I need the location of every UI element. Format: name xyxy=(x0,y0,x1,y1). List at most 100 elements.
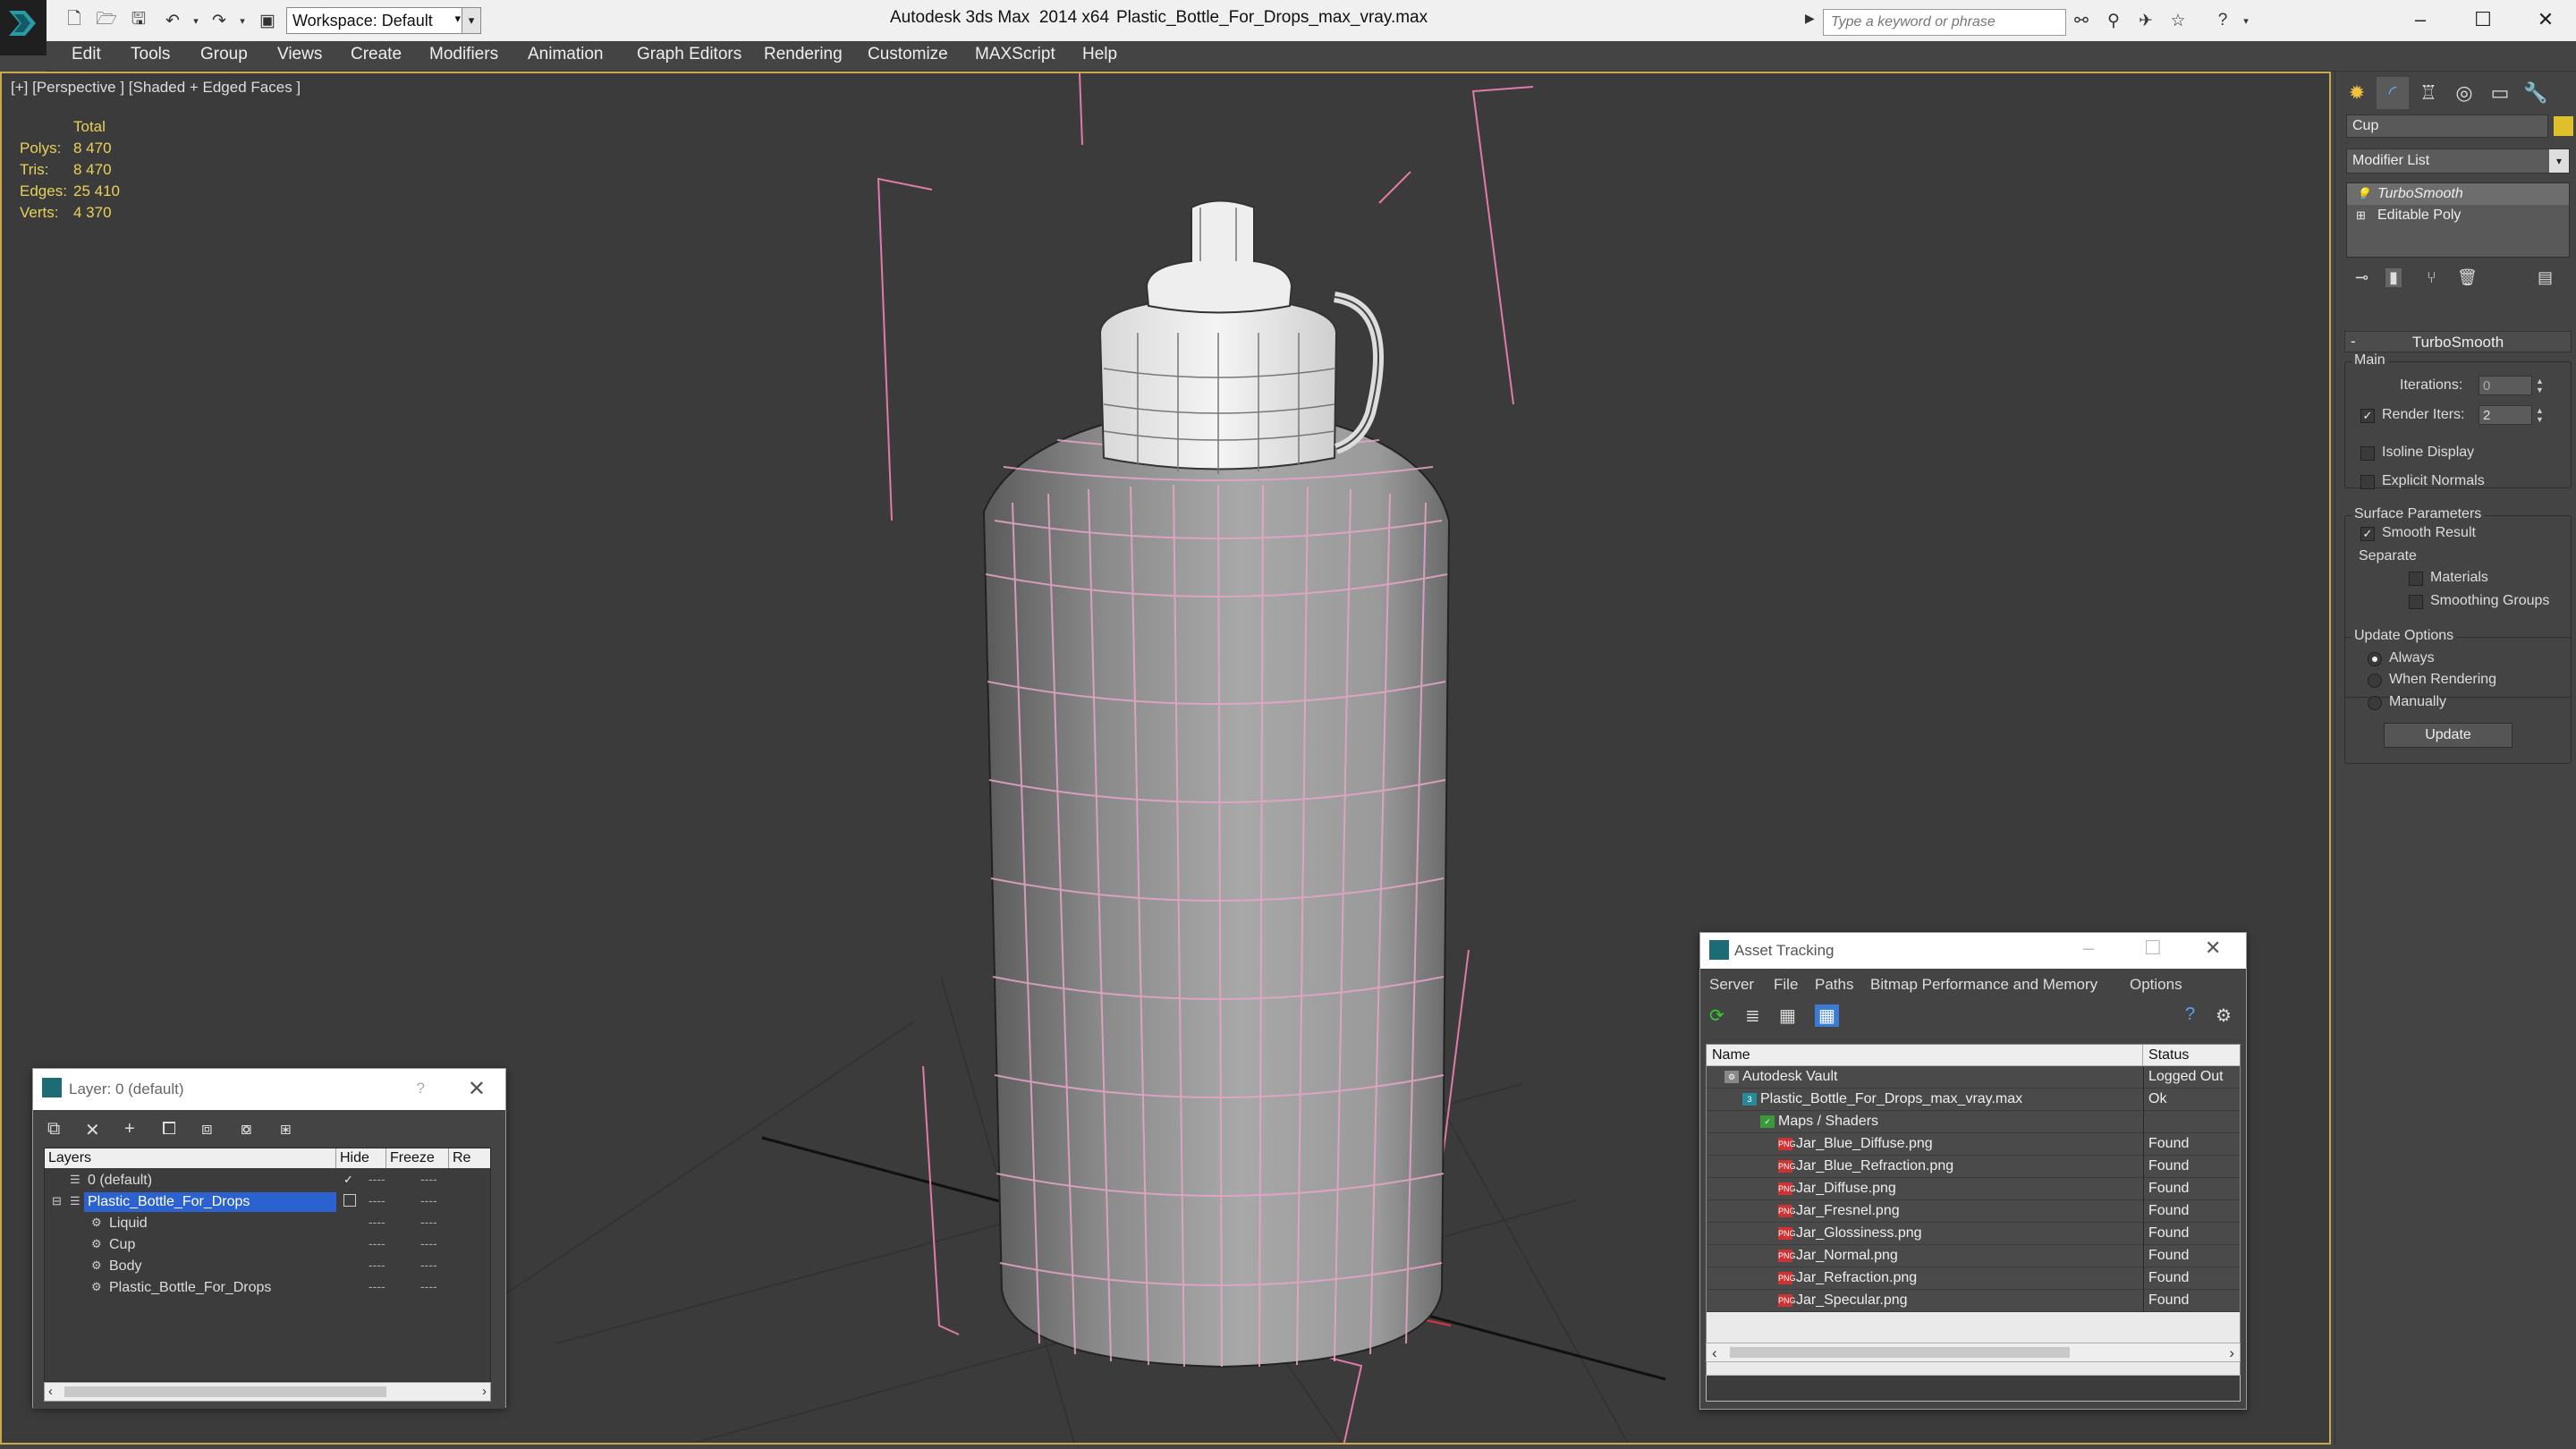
undo-dropdown-icon[interactable]: ▾ xyxy=(184,9,208,32)
utilities-tab-icon[interactable]: 🔧 xyxy=(2520,77,2552,109)
spinner-arrows-icon[interactable]: ▲ ▼ xyxy=(2536,377,2544,394)
freeze-toggle[interactable]: ---- xyxy=(420,1172,437,1186)
asset-row[interactable]: ⚙ Autodesk Vault Logged Out xyxy=(1707,1066,2240,1089)
asset-row[interactable]: PNG Jar_Normal.png Found xyxy=(1707,1245,2240,1267)
project-folder-icon[interactable]: ▣ xyxy=(256,9,279,32)
scroll-right-icon[interactable]: › xyxy=(482,1384,487,1399)
always-radio[interactable] xyxy=(2368,652,2382,666)
hide-toggle[interactable]: ---- xyxy=(369,1279,386,1293)
asset-row[interactable]: PNG Jar_Diffuse.png Found xyxy=(1707,1178,2240,1200)
materials-checkbox[interactable] xyxy=(2409,572,2423,586)
settings-help-icon[interactable]: ⚙ xyxy=(2216,1004,2232,1027)
binoculars-icon[interactable]: ⚯ xyxy=(2070,9,2093,32)
active-layer-check-icon[interactable]: ✓ xyxy=(343,1173,353,1187)
new-layer-icon[interactable]: ⧉ xyxy=(47,1119,60,1140)
app-logo-icon[interactable] xyxy=(0,0,47,55)
asset-row[interactable]: ✓ Maps / Shaders xyxy=(1707,1111,2240,1133)
create-tab-icon[interactable]: ✹ xyxy=(2341,77,2373,109)
isoline-display-checkbox[interactable] xyxy=(2360,446,2375,461)
workspace-menu-button[interactable]: ▾ xyxy=(462,7,481,34)
explicit-normals-checkbox[interactable] xyxy=(2360,475,2375,489)
asset-horizontal-scrollbar[interactable]: ‹ › xyxy=(1706,1343,2241,1362)
menu-tools[interactable]: Tools xyxy=(131,45,170,64)
column-render[interactable]: Re xyxy=(449,1148,490,1168)
add-to-layer-icon[interactable]: + xyxy=(124,1119,135,1140)
show-end-result-icon[interactable]: ▮ xyxy=(2385,268,2402,287)
asset-dialog-header[interactable]: Asset Tracking – ☐ ✕ xyxy=(1700,933,2246,969)
menu-edit[interactable]: Edit xyxy=(72,45,101,64)
workspace-selector[interactable]: Workspace: Default ▾ xyxy=(286,7,465,34)
make-unique-icon[interactable]: ⑂ xyxy=(2427,268,2436,287)
help-icon[interactable]: ? xyxy=(2185,1004,2195,1025)
hide-toggle[interactable]: ---- xyxy=(369,1236,386,1250)
modify-tab-icon[interactable]: ◜ xyxy=(2377,77,2409,109)
layer-row-plastic-bottle-object[interactable]: ⚙ Plastic_Bottle_For_Drops ---- ---- xyxy=(45,1277,490,1299)
configure-sets-icon[interactable]: ▤ xyxy=(2538,268,2553,287)
hierarchy-tab-icon[interactable]: ♖ xyxy=(2412,77,2445,109)
layer-row-cup[interactable]: ⚙ Cup ---- ---- xyxy=(45,1234,490,1256)
column-freeze[interactable]: Freeze xyxy=(386,1148,449,1168)
undo-icon[interactable]: ↶ xyxy=(161,9,184,32)
scroll-left-icon[interactable]: ‹ xyxy=(1712,1344,1717,1362)
scroll-left-icon[interactable]: ‹ xyxy=(48,1384,53,1399)
spinner-arrows-icon[interactable]: ▲ ▼ xyxy=(2536,406,2544,424)
layer-horizontal-scrollbar[interactable]: ‹ › xyxy=(44,1382,491,1402)
freeze-toggle[interactable]: ---- xyxy=(420,1236,437,1250)
object-name-input[interactable]: Cup xyxy=(2346,114,2548,138)
freeze-all-layers-icon[interactable]: ⧆ xyxy=(280,1119,292,1140)
render-iters-checkbox[interactable]: ✓ xyxy=(2360,409,2375,423)
column-status[interactable]: Status xyxy=(2143,1045,2240,1066)
scroll-right-icon[interactable]: › xyxy=(2229,1344,2234,1362)
asset-row[interactable]: PNG Jar_Glossiness.png Found xyxy=(1707,1223,2240,1245)
asset-menu-bitmap-performance[interactable]: Bitmap Performance and Memory xyxy=(1870,976,2097,994)
help-icon[interactable]: ? xyxy=(417,1080,425,1097)
table-view-icon[interactable]: ▦ xyxy=(1815,1004,1839,1027)
viewport-label[interactable]: [+] [Perspective ] [Shaded + Edged Faces… xyxy=(11,79,301,97)
close-icon[interactable]: ✕ xyxy=(2519,4,2572,36)
expand-plus-icon[interactable]: ⊞ xyxy=(2356,208,2366,223)
set-active-layer-box[interactable] xyxy=(343,1194,356,1207)
manually-radio[interactable] xyxy=(2368,696,2382,710)
close-icon[interactable]: ✕ xyxy=(2205,936,2221,960)
object-color-swatch[interactable] xyxy=(2554,116,2573,136)
column-name[interactable]: Name xyxy=(1707,1045,2143,1066)
smooth-result-checkbox[interactable]: ✓ xyxy=(2360,527,2375,541)
freeze-toggle[interactable]: ---- xyxy=(420,1193,437,1208)
redo-icon[interactable]: ↷ xyxy=(208,9,231,32)
minimize-icon[interactable]: – xyxy=(2083,936,2094,960)
menu-customize[interactable]: Customize xyxy=(868,45,948,64)
menu-graph-editors[interactable]: Graph Editors xyxy=(637,45,741,64)
highlight-selected-icon[interactable]: ⧈ xyxy=(201,1119,213,1140)
asset-menu-server[interactable]: Server xyxy=(1709,976,1754,994)
update-button[interactable]: Update xyxy=(2384,723,2512,748)
hide-toggle[interactable]: ---- xyxy=(369,1193,386,1208)
lightbulb-icon[interactable]: 💡 xyxy=(2356,187,2370,201)
refresh-icon[interactable]: ⟳ xyxy=(1709,1004,1724,1027)
list-view-icon[interactable]: ≣ xyxy=(1745,1004,1760,1027)
rollout-turbosmooth[interactable]: - TurboSmooth xyxy=(2344,331,2572,352)
menu-modifiers[interactable]: Modifiers xyxy=(429,45,498,64)
freeze-toggle[interactable]: ---- xyxy=(420,1279,437,1293)
pin-stack-icon[interactable]: ⊸ xyxy=(2355,268,2368,287)
layer-row-liquid[interactable]: ⚙ Liquid ---- ---- xyxy=(45,1213,490,1234)
hide-toggle[interactable]: ---- xyxy=(369,1215,386,1229)
menu-rendering[interactable]: Rendering xyxy=(764,45,843,64)
help-icon[interactable]: ? xyxy=(2211,9,2234,32)
layer-row-plastic-bottle[interactable]: ⊟ ☰ Plastic_Bottle_For_Drops ---- ---- xyxy=(45,1191,490,1213)
asset-row[interactable]: 3 Plastic_Bottle_For_Drops_max_vray.max Ok xyxy=(1707,1089,2240,1111)
thumbnail-view-icon[interactable]: ▦ xyxy=(1779,1004,1796,1027)
menu-create[interactable]: Create xyxy=(351,45,402,64)
search-input[interactable]: Type a keyword or phrase xyxy=(1823,9,2066,36)
collapse-minus-icon[interactable]: ⊟ xyxy=(52,1194,62,1208)
select-objects-icon[interactable]: ⧠ xyxy=(162,1119,176,1140)
maximize-icon[interactable]: ☐ xyxy=(2456,4,2510,36)
help-dropdown-icon[interactable]: ▾ xyxy=(2234,9,2258,32)
save-file-icon[interactable]: 🖫 xyxy=(127,9,150,32)
render-iters-spinner[interactable]: 2 xyxy=(2479,405,2532,425)
menu-group[interactable]: Group xyxy=(200,45,248,64)
stack-item-editable-poly[interactable]: ⊞ Editable Poly xyxy=(2347,205,2569,226)
column-hide[interactable]: Hide xyxy=(336,1148,386,1168)
menu-help[interactable]: Help xyxy=(1082,45,1117,64)
smoothing-groups-checkbox[interactable] xyxy=(2409,595,2423,609)
asset-row[interactable]: PNG Jar_Refraction.png Found xyxy=(1707,1267,2240,1290)
